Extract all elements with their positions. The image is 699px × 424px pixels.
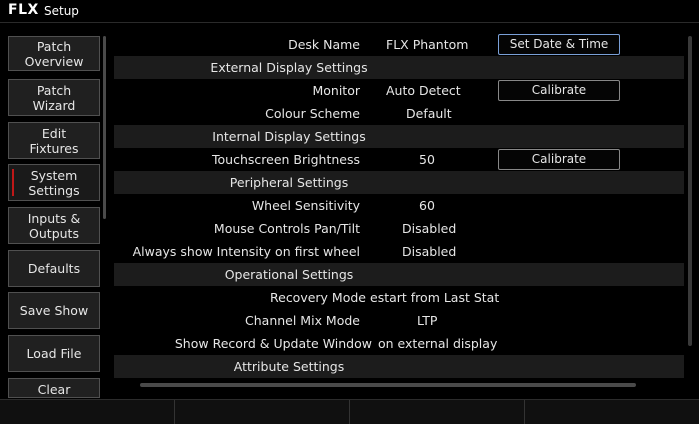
colour-scheme-value[interactable]: Default: [406, 102, 452, 125]
setting-label: Wheel Sensitivity: [251, 198, 360, 213]
monitor-calibrate-button[interactable]: Calibrate: [498, 80, 620, 101]
softkey-3[interactable]: [350, 400, 525, 424]
section-header-peripheral: Peripheral Settings: [114, 171, 684, 194]
section-title: Peripheral Settings: [229, 175, 349, 190]
settings-row-desk-name: Desk Name FLX Phantom Set Date & Time: [114, 33, 684, 56]
settings-panel: Desk Name FLX Phantom Set Date & Time Ex…: [114, 33, 684, 382]
setting-label: Monitor: [312, 83, 360, 98]
setting-label: Desk Name: [288, 37, 360, 52]
section-title: Internal Display Settings: [212, 129, 366, 144]
sidebar-item-label: Edit Fixtures: [29, 125, 79, 156]
sidebar-item-label: Save Show: [19, 303, 89, 318]
window-title: Setup: [44, 4, 79, 18]
clear-button[interactable]: Clear: [8, 378, 100, 398]
settings-row-intensity-first-wheel: Always show Intensity on first wheel Dis…: [114, 240, 684, 263]
sidebar-item-label: Patch Wizard: [32, 82, 76, 113]
desk-name-value[interactable]: FLX Phantom: [386, 33, 468, 56]
settings-row-monitor: Monitor Auto Detect Calibrate: [114, 79, 684, 102]
save-show-button[interactable]: Save Show: [8, 292, 100, 329]
active-indicator: [12, 169, 14, 196]
section-title: External Display Settings: [210, 60, 368, 75]
setting-label: Colour Scheme: [265, 106, 360, 121]
settings-row-channel-mix-mode: Channel Mix Mode LTP: [114, 309, 684, 332]
sidebar-item-label: Clear: [37, 382, 71, 397]
settings-row-wheel-sensitivity: Wheel Sensitivity 60: [114, 194, 684, 217]
settings-row-colour-scheme: Colour Scheme Default: [114, 102, 684, 125]
section-title: Attribute Settings: [233, 359, 345, 374]
softkey-1[interactable]: [0, 400, 175, 424]
sidebar-scrollbar[interactable]: [103, 36, 106, 219]
sidebar-item-label: Patch Overview: [24, 38, 84, 69]
section-header-external-display: External Display Settings: [114, 56, 684, 79]
wheel-sensitivity-value[interactable]: 60: [419, 194, 435, 217]
mouse-pan-tilt-value[interactable]: Disabled: [402, 217, 456, 240]
sidebar-item-system-settings[interactable]: System Settings: [8, 164, 100, 201]
softkey-4[interactable]: [525, 400, 699, 424]
softkey-bar: [0, 399, 699, 424]
settings-row-touchscreen-brightness: Touchscreen Brightness 50 Calibrate: [114, 148, 684, 171]
settings-vertical-scrollbar[interactable]: [688, 36, 692, 346]
setting-label: Always show Intensity on first wheel: [132, 244, 360, 259]
sidebar-item-label: Defaults: [27, 261, 81, 276]
settings-row-show-record-window: Show Record & Update Window on external …: [114, 332, 684, 355]
setting-label: Touchscreen Brightness: [212, 152, 360, 167]
softkey-2[interactable]: [175, 400, 350, 424]
recovery-mode-value[interactable]: estart from Last Stat: [370, 286, 499, 309]
touchscreen-calibrate-button[interactable]: Calibrate: [498, 149, 620, 170]
section-title: Operational Settings: [224, 267, 354, 282]
section-header-attribute: Attribute Settings: [114, 355, 684, 378]
intensity-first-wheel-value[interactable]: Disabled: [402, 240, 456, 263]
section-header-operational: Operational Settings: [114, 263, 684, 286]
sidebar-item-label: System Settings: [28, 167, 80, 198]
setting-label: Recovery Mode: [270, 290, 366, 305]
section-header-internal-display: Internal Display Settings: [114, 125, 684, 148]
settings-row-mouse-pan-tilt: Mouse Controls Pan/Tilt Disabled: [114, 217, 684, 240]
sidebar-item-label: Load File: [26, 346, 82, 361]
app-logo: FLX: [8, 2, 39, 18]
sidebar-item-patch-wizard[interactable]: Patch Wizard: [8, 79, 100, 116]
sidebar-item-patch-overview[interactable]: Patch Overview: [8, 36, 100, 71]
sidebar-item-inputs-outputs[interactable]: Inputs & Outputs: [8, 207, 100, 244]
setting-label: Show Record & Update Window: [174, 336, 372, 351]
setting-label: Mouse Controls Pan/Tilt: [213, 221, 360, 236]
settings-row-recovery-mode: Recovery Mode estart from Last Stat: [114, 286, 684, 309]
sidebar-item-edit-fixtures[interactable]: Edit Fixtures: [8, 122, 100, 159]
load-file-button[interactable]: Load File: [8, 335, 100, 372]
defaults-button[interactable]: Defaults: [8, 250, 100, 287]
channel-mix-mode-value[interactable]: LTP: [417, 309, 437, 332]
sidebar-item-label: Inputs & Outputs: [27, 210, 81, 241]
title-bar: FLX Setup: [0, 0, 699, 23]
show-record-window-value[interactable]: on external display: [378, 332, 497, 355]
set-date-time-button[interactable]: Set Date & Time: [498, 34, 620, 55]
setting-label: Channel Mix Mode: [245, 313, 360, 328]
settings-horizontal-scrollbar[interactable]: [140, 383, 636, 387]
touchscreen-brightness-value[interactable]: 50: [419, 148, 435, 171]
monitor-value[interactable]: Auto Detect: [386, 79, 461, 102]
